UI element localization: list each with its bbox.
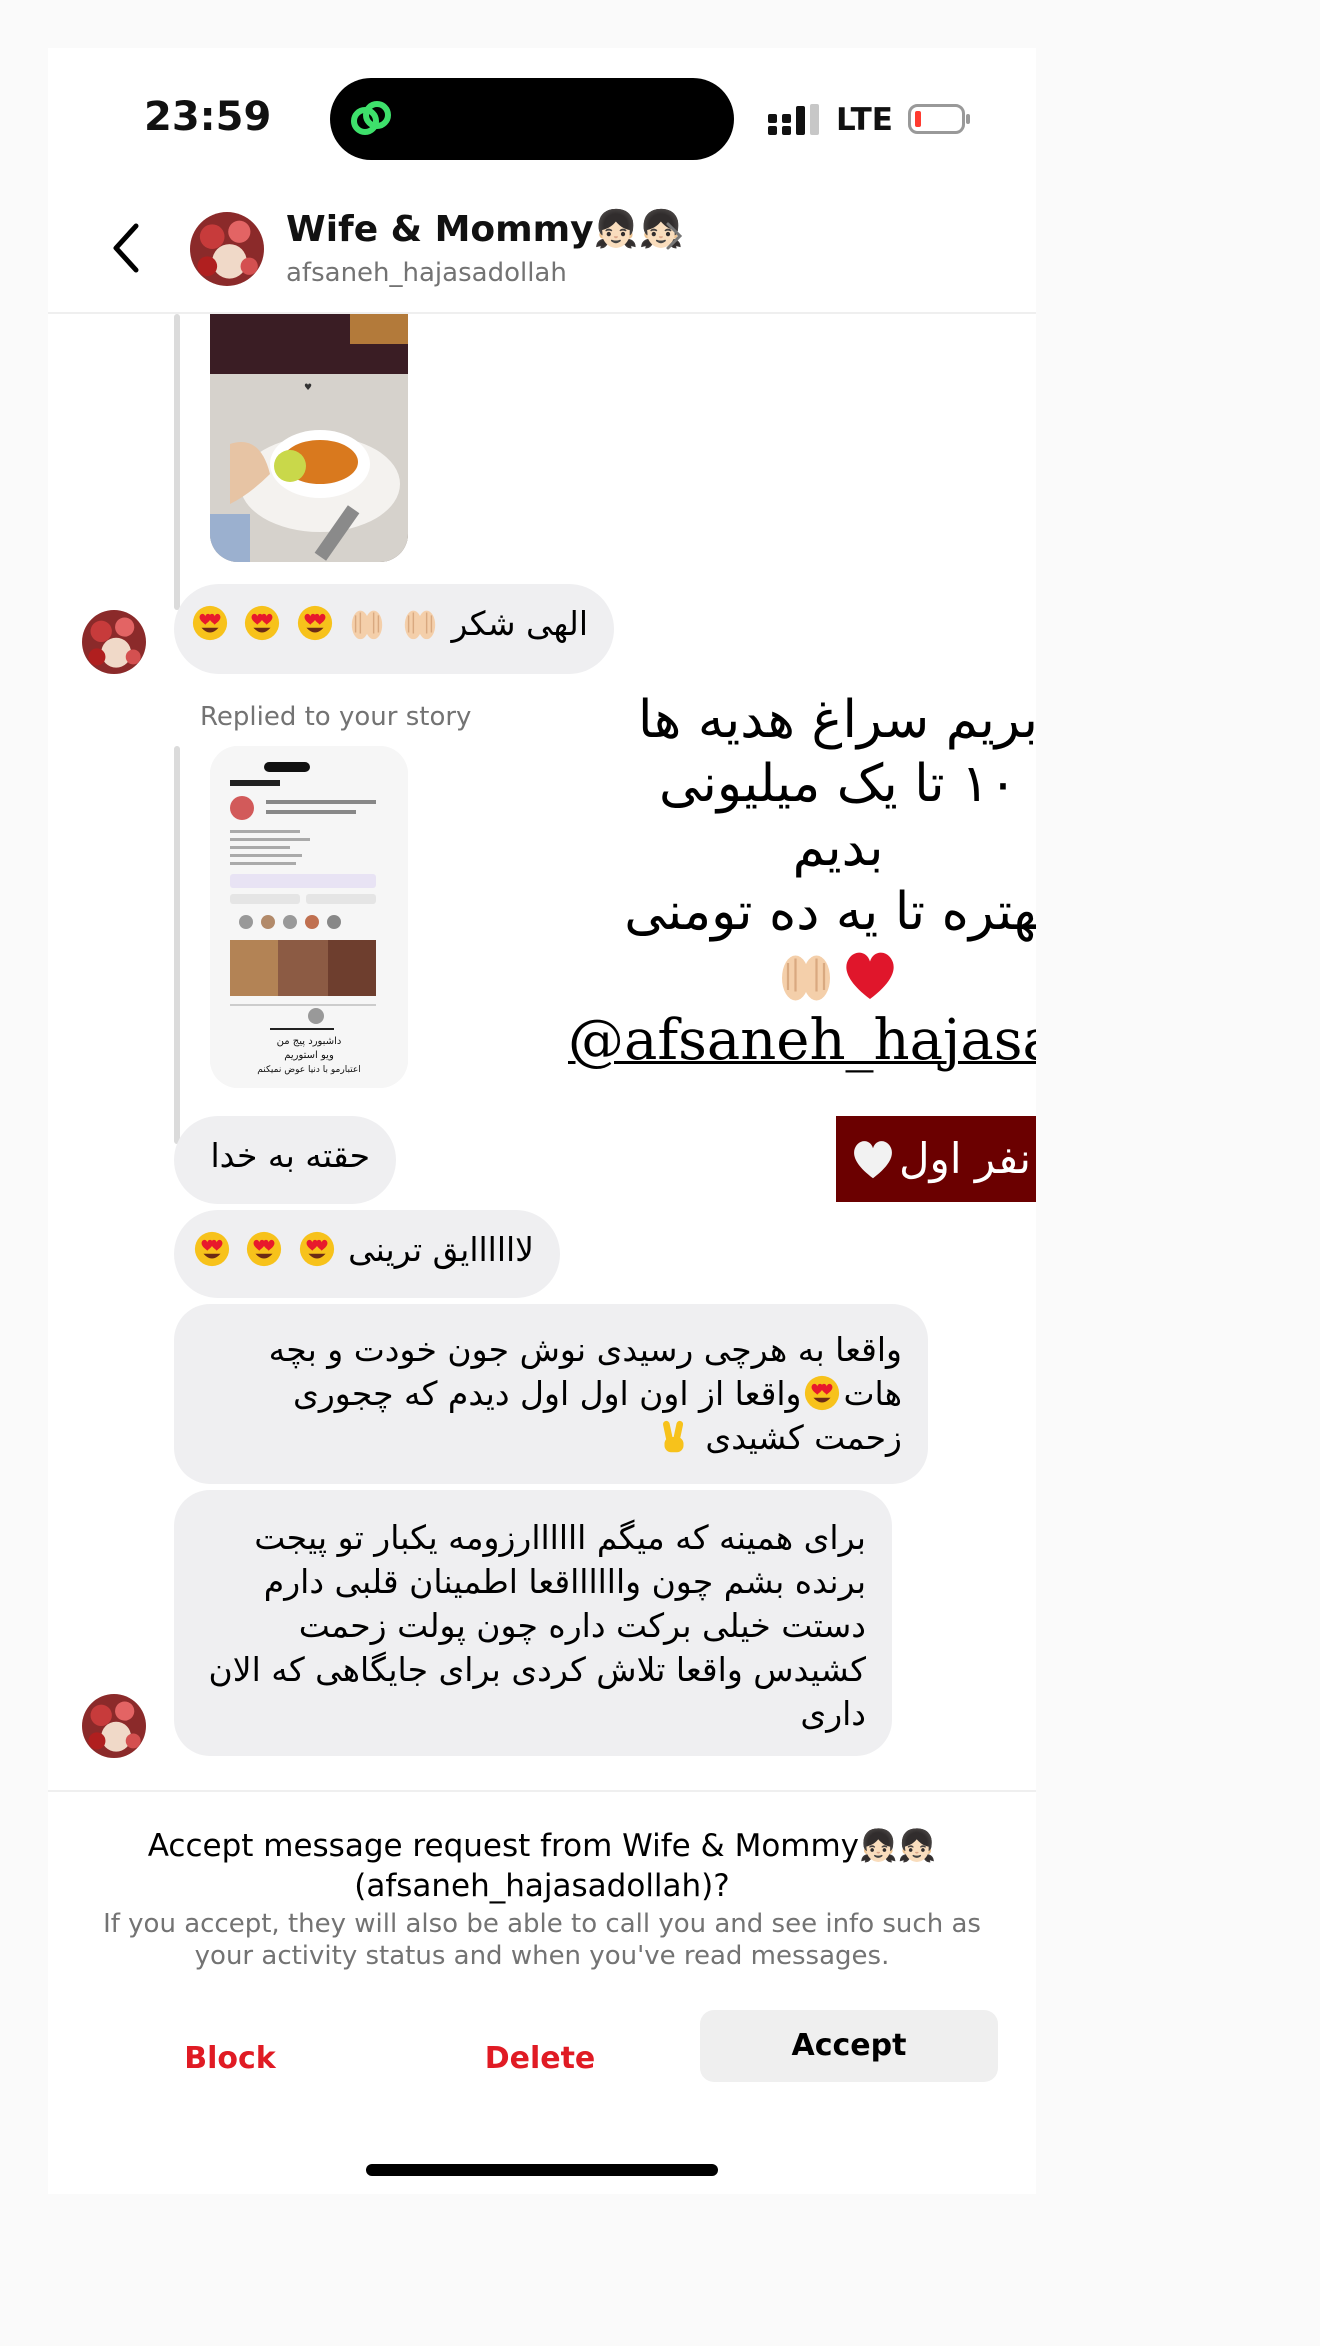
message-line: واقعا به هرچی رسیدی نوش جون خودت و بچه — [268, 1330, 902, 1369]
pray-hands-icon — [401, 604, 439, 642]
battery-icon — [908, 104, 970, 134]
message-bubble[interactable]: واقعا به هرچی رسیدی نوش جون خودت و بچه ه… — [174, 1304, 928, 1484]
heart-eyes-icon — [296, 604, 334, 642]
message-line: برای همینه که میگم اااااارزومه یکبار تو … — [254, 1518, 866, 1557]
pray-hands-icon — [348, 604, 386, 642]
back-chevron-icon[interactable] — [108, 220, 144, 276]
sender-avatar[interactable] — [82, 1694, 146, 1758]
replied-label: Replied to your story — [200, 702, 472, 732]
conversation-name[interactable]: Wife & Mommy👧🏻👧🏻 — [286, 208, 683, 250]
heart-eyes-icon — [193, 1230, 231, 1268]
signal-icon — [768, 104, 819, 135]
dm-screen: 23:59 LTE Wife & Mommy👧🏻👧🏻 afsaneh_hajas… — [48, 48, 1036, 2194]
message-line: برنده بشم چون وااااااقعا اطمینان قلبی دا… — [263, 1562, 866, 1601]
message-line: هاتواقعا از اون اول اول دیدم که چجوری — [293, 1374, 902, 1413]
peace-hand-icon — [655, 1418, 693, 1456]
link-icon — [351, 101, 391, 135]
overlay-line-1: بریم سراغ هدیه ها — [638, 690, 1036, 750]
white-heart-icon — [849, 1135, 897, 1183]
thumb-caption-2: ویو استوریم — [284, 1050, 334, 1061]
message-bubble[interactable]: لاااااایق ترینی — [174, 1210, 560, 1298]
delete-button[interactable]: Delete — [440, 2024, 640, 2094]
status-time: 23:59 — [144, 94, 272, 140]
chevron-right-icon[interactable] — [664, 220, 684, 252]
message-bubble[interactable]: حقته به خدا — [174, 1116, 396, 1204]
heart-eyes-icon — [298, 1230, 336, 1268]
overlay-line-2: ۱۰ تا یک میلیونی بدیم — [659, 754, 1017, 878]
message-line: داری — [800, 1694, 866, 1733]
reply-bar — [174, 746, 180, 1144]
conversation-username: afsaneh_hajasadollah — [286, 258, 567, 288]
mention-text: @afsaneh_hajasadollah — [568, 1008, 1036, 1073]
story-overlay-text: بریم سراغ هدیه ها ۱۰ تا یک میلیونی بدیم … — [608, 688, 1036, 1008]
request-subtitle: If you accept, they will also be able to… — [103, 1909, 981, 1971]
message-line: دستت خیلی برکت داره چون پولت زحمت — [298, 1606, 866, 1645]
request-title: Accept message request from Wife & Mommy… — [147, 1828, 937, 1904]
heart-eyes-icon — [243, 604, 281, 642]
home-indicator[interactable] — [366, 2164, 718, 2176]
message-text: حقته به خدا — [210, 1136, 371, 1175]
heart-eyes-icon — [245, 1230, 283, 1268]
pray-hands-icon — [776, 945, 836, 1005]
story-photo[interactable]: ♥ — [210, 314, 408, 562]
story-thumbnail[interactable]: داشبورد پیج من ویو استوریم اعتبارمو با د… — [210, 746, 408, 1088]
thumb-caption-3: اعتبارمو با دنیا عوض نمیکنم — [257, 1065, 361, 1075]
message-line: زحمت کشیدی — [200, 1416, 902, 1460]
request-divider — [48, 1790, 1036, 1792]
red-heart-icon — [840, 945, 900, 1005]
accept-button[interactable]: Accept — [700, 2010, 998, 2082]
heart-eyes-icon — [803, 1374, 841, 1412]
avatar[interactable] — [190, 212, 264, 286]
message-text: الهی شکر — [451, 604, 588, 643]
svg-text:♥: ♥ — [304, 383, 312, 393]
message-line: کشیدس واقعا تلاش کردی برای جایگاهی که ال… — [208, 1650, 866, 1689]
sender-avatar[interactable] — [82, 610, 146, 674]
block-button[interactable]: Block — [140, 2024, 320, 2094]
message-bubble[interactable]: الهی شکر — [174, 584, 614, 674]
header-divider — [48, 312, 1036, 314]
message-text: لاااااایق ترینی — [348, 1230, 534, 1269]
message-bubble[interactable]: برای همینه که میگم اااااارزومه یکبار تو … — [174, 1490, 892, 1756]
dynamic-island — [330, 78, 734, 160]
heart-eyes-icon — [191, 604, 229, 642]
thumb-caption-1: داشبورد پیج من — [277, 1036, 342, 1047]
reply-bar — [174, 314, 180, 610]
first-place-label: نفر اول — [836, 1116, 1036, 1202]
overlay-line-3: بهتره تا یه ده تومنی — [608, 880, 1036, 1008]
network-label: LTE — [836, 102, 893, 138]
